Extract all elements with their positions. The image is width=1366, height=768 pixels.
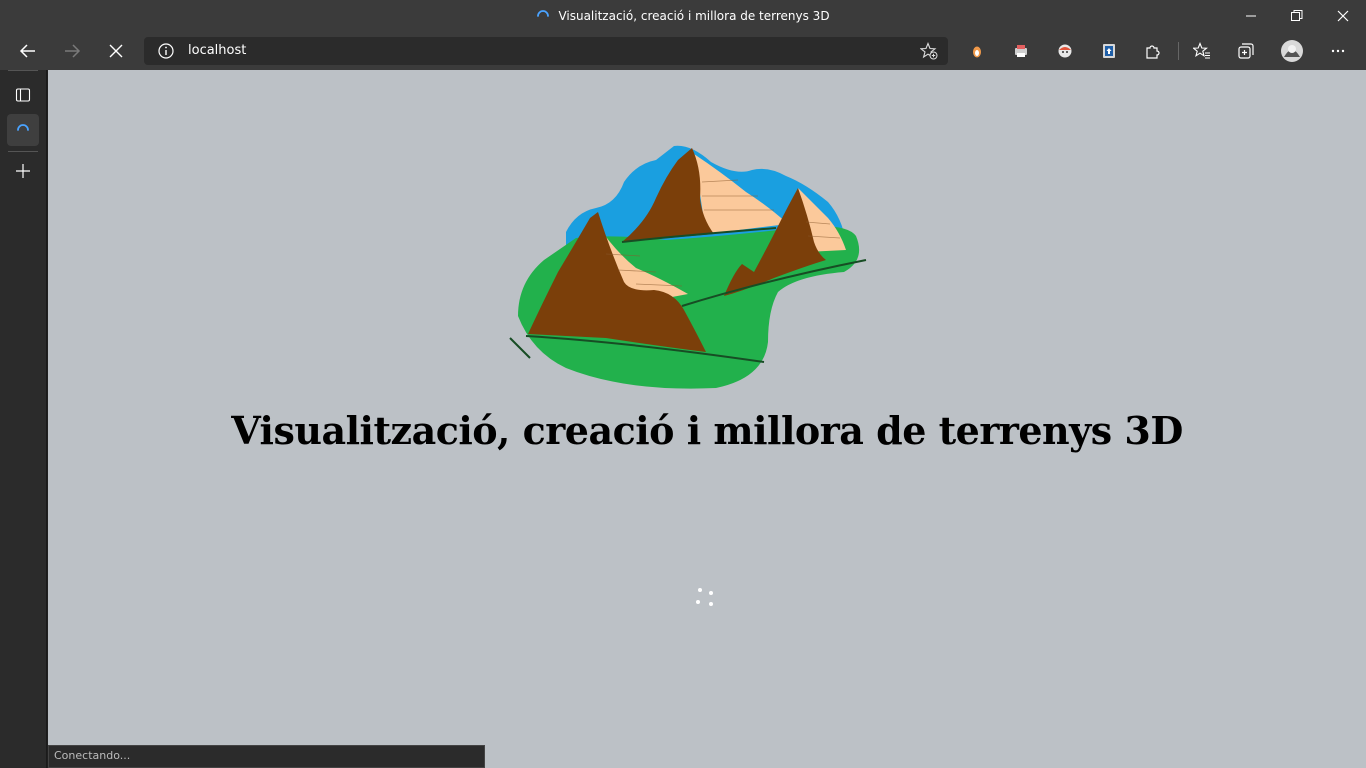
- close-icon: [109, 44, 123, 58]
- profile-button[interactable]: [1276, 35, 1308, 67]
- info-icon[interactable]: [158, 43, 174, 59]
- collections-button[interactable]: [1230, 35, 1262, 67]
- extensions-button[interactable]: [1137, 35, 1169, 67]
- extension-button-3[interactable]: [1049, 35, 1081, 67]
- address-text: localhost: [188, 43, 247, 58]
- avatar: [1281, 40, 1303, 62]
- upload-extension-icon: [1103, 44, 1115, 58]
- tab-current[interactable]: [7, 114, 39, 146]
- restore-button[interactable]: [1274, 0, 1320, 32]
- printer-extension-icon: [1015, 45, 1027, 57]
- window-title: Visualització, creació i millora de terr…: [558, 9, 830, 23]
- star-list-icon: [1193, 42, 1210, 59]
- page-content: Visualització, creació i millora de terr…: [48, 70, 1366, 768]
- forward-button[interactable]: [56, 35, 88, 67]
- terrain-logo: [509, 145, 867, 389]
- favorites-button[interactable]: [1186, 35, 1218, 67]
- close-icon: [1337, 10, 1349, 22]
- extension-button-2[interactable]: [1005, 35, 1037, 67]
- ellipsis-icon: [1331, 49, 1345, 53]
- extension-button-1[interactable]: [961, 35, 993, 67]
- flame-extension-icon: [973, 46, 981, 58]
- arrow-right-icon: [65, 44, 81, 58]
- tab-panel-icon: [15, 88, 31, 102]
- vertical-tabs-sidebar: [0, 70, 47, 768]
- new-tab-button[interactable]: [8, 156, 38, 186]
- loading-dots-icon: [696, 588, 713, 606]
- stop-loading-button[interactable]: [100, 35, 132, 67]
- puzzle-icon: [1146, 45, 1160, 59]
- back-button[interactable]: [12, 35, 44, 67]
- window-titlebar: Visualització, creació i millora de terr…: [0, 0, 1366, 32]
- page-title: Visualització, creació i millora de terr…: [231, 408, 1183, 453]
- sidebar-divider: [8, 151, 38, 152]
- loading-spinner-icon: [17, 124, 29, 131]
- extension-button-4[interactable]: [1093, 35, 1125, 67]
- window-title-wrap: Visualització, creació i millora de terr…: [0, 0, 1366, 32]
- plus-icon: [16, 164, 30, 178]
- arrow-left-icon: [19, 44, 35, 58]
- star-add-icon[interactable]: [920, 42, 938, 60]
- tab-actions-button[interactable]: [8, 80, 38, 110]
- address-bar[interactable]: localhost: [144, 37, 948, 65]
- collections-icon: [1238, 43, 1254, 59]
- sidebar-divider: [8, 70, 38, 71]
- minimize-icon: [1246, 15, 1256, 17]
- restore-icon: [1291, 10, 1303, 21]
- loading-spinner-icon: [537, 10, 550, 17]
- toolbar-divider: [1178, 42, 1179, 60]
- minimize-button[interactable]: [1228, 0, 1274, 32]
- more-button[interactable]: [1322, 35, 1354, 67]
- status-bar: Conectando...: [48, 745, 485, 768]
- close-window-button[interactable]: [1320, 0, 1366, 32]
- mascot-extension-icon: [1058, 44, 1072, 58]
